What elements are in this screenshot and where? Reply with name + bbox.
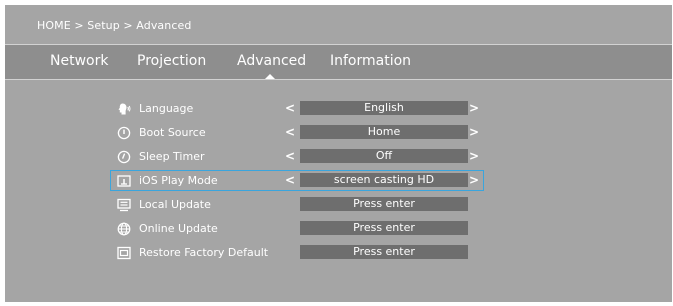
setting-row-local-update[interactable]: Local Update Press enter: [112, 195, 483, 215]
screen-mirror-icon: [117, 174, 131, 188]
arrow-left-icon[interactable]: <: [285, 173, 295, 187]
breadcrumb: HOME > Setup > Advanced: [37, 19, 192, 32]
setting-label: Language: [139, 102, 194, 115]
setting-label: Online Update: [139, 222, 218, 235]
local-update-icon: [117, 198, 131, 212]
language-icon: [117, 102, 131, 116]
setting-value: English: [300, 101, 468, 115]
arrow-left-icon[interactable]: <: [285, 101, 295, 115]
setting-row-language[interactable]: Language < English >: [112, 99, 483, 119]
arrow-right-icon[interactable]: >: [469, 125, 479, 139]
tab-network[interactable]: Network: [50, 53, 108, 69]
setting-label: iOS Play Mode: [139, 174, 218, 187]
setting-value: Press enter: [300, 245, 468, 259]
setting-label: Local Update: [139, 198, 211, 211]
power-icon: [117, 126, 131, 140]
tab-projection[interactable]: Projection: [137, 53, 206, 69]
reset-icon: [117, 246, 131, 260]
arrow-right-icon[interactable]: >: [469, 101, 479, 115]
tab-advanced[interactable]: Advanced: [237, 53, 306, 69]
setting-value: screen casting HD: [300, 173, 468, 187]
tab-divider: [5, 79, 672, 80]
clock-icon: [117, 150, 131, 164]
tab-information[interactable]: Information: [330, 53, 411, 69]
setting-label: Sleep Timer: [139, 150, 205, 163]
settings-screen: HOME > Setup > Advanced Network Projecti…: [5, 5, 672, 302]
setting-row-restore-factory-default[interactable]: Restore Factory Default Press enter: [112, 243, 483, 263]
arrow-right-icon[interactable]: >: [469, 173, 479, 187]
setting-label: Restore Factory Default: [139, 246, 269, 259]
setting-value: Off: [300, 149, 468, 163]
setting-value: Press enter: [300, 197, 468, 211]
setting-row-boot-source[interactable]: Boot Source < Home >: [112, 123, 483, 143]
setting-row-online-update[interactable]: Online Update Press enter: [112, 219, 483, 239]
setting-row-sleep-timer[interactable]: Sleep Timer < Off >: [112, 147, 483, 167]
tab-bar: Network Projection Advanced Information: [5, 45, 672, 79]
setting-value: Press enter: [300, 221, 468, 235]
arrow-left-icon[interactable]: <: [285, 149, 295, 163]
setting-value: Home: [300, 125, 468, 139]
arrow-left-icon[interactable]: <: [285, 125, 295, 139]
setting-row-ios-play-mode[interactable]: iOS Play Mode < screen casting HD >: [112, 171, 483, 191]
setting-label: Boot Source: [139, 126, 206, 139]
globe-icon: [117, 222, 131, 236]
arrow-right-icon[interactable]: >: [469, 149, 479, 163]
